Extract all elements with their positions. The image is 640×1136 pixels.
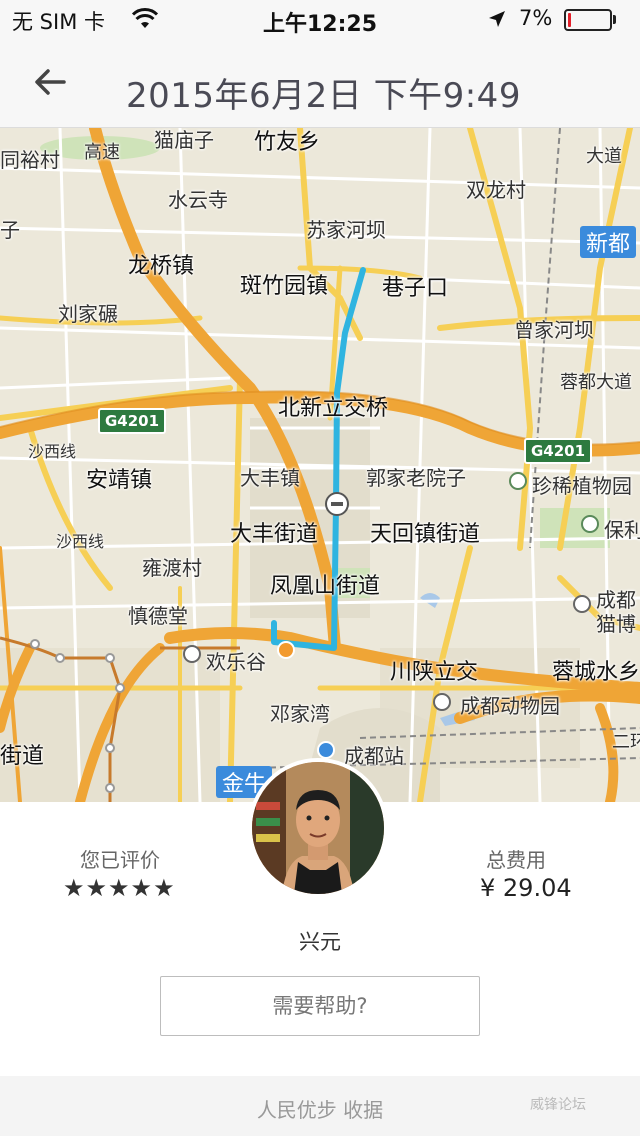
map-label: 川陕立交 (390, 660, 479, 685)
watermark: 威锋论坛 (530, 1097, 586, 1113)
map-label: 沙西线 (56, 532, 105, 551)
rating-stars: ★★★★★ (63, 874, 176, 902)
map-label: 刘家碾 (58, 302, 118, 326)
location-arrow-icon (489, 11, 505, 27)
map-label: 沙西线 (28, 442, 77, 461)
driver-avatar (248, 758, 388, 898)
map-label: 珍稀植物园 (532, 474, 632, 498)
map-label: 保利 (604, 518, 640, 542)
footer-bar: 人民优步 收据 威锋论坛 (0, 1076, 640, 1136)
arrow-left-icon[interactable] (30, 62, 70, 102)
battery-tip (613, 15, 616, 24)
map-label: 猫庙子 (154, 128, 214, 152)
map-label: 大丰街道 (230, 522, 319, 547)
map-label: 同裕村 (0, 148, 60, 172)
map-label: 竹友乡 (254, 130, 321, 155)
map-label: 双龙村 (466, 178, 526, 202)
trip-map[interactable]: 猫庙子 竹友乡 同裕村 高速 水云寺 双龙村 大道 苏家河坝 新都 子 龙桥镇 … (0, 128, 640, 802)
need-help-button[interactable]: 需要帮助? (160, 976, 480, 1036)
fare-label: 总费用 (486, 848, 546, 872)
map-label: 慎德堂 (128, 604, 188, 628)
map-label: 二环路 (612, 732, 640, 753)
map-label: 欢乐谷 (206, 650, 266, 674)
highway-badge: G4201 (524, 438, 593, 464)
map-label: 邓家湾 (270, 702, 330, 726)
map-label: 曾家河坝 (514, 318, 594, 342)
map-label: 安靖镇 (86, 468, 153, 493)
map-label: 成都动物园 (460, 694, 560, 718)
trip-summary-panel: 您已评价 ★★★★★ 总费用 ¥ 29.04 兴元 需要帮助? (0, 758, 640, 1076)
fare-value: ¥ 29.04 (480, 874, 572, 902)
map-label: 高速 (84, 142, 120, 163)
battery-icon (564, 9, 612, 31)
map-label: 大丰镇 (240, 466, 300, 490)
driver-name: 兴元 (299, 930, 341, 954)
map-label: 龙桥镇 (128, 254, 195, 279)
map-label: 街道 (0, 744, 45, 769)
trip-date-title: 2015年6月2日 下午9:49 (126, 76, 521, 116)
map-label: 斑竹园镇 (240, 274, 329, 299)
map-label: 苏家河坝 (306, 218, 386, 242)
map-label: 新都 (580, 226, 637, 258)
map-label: 蓉城水乡 (552, 660, 640, 685)
highway-badge: G4201 (98, 408, 167, 434)
map-label: 蓉都大道 (560, 372, 632, 393)
map-label: 北新立交桥 (278, 396, 389, 421)
map-label: 水云寺 (168, 188, 228, 212)
map-label: 凤凰山街道 (270, 574, 381, 599)
map-label: 猫博 (596, 612, 636, 636)
battery-percent: 7% (519, 6, 553, 30)
status-bar: 无 SIM 卡 上午12:25 7% (0, 0, 640, 40)
map-label: 子 (0, 218, 20, 242)
driver-photo (252, 762, 384, 894)
map-label: 大道 (586, 146, 622, 167)
rating-label: 您已评价 (80, 848, 160, 872)
map-label: 天回镇街道 (370, 522, 481, 547)
map-label: 雍渡村 (142, 556, 202, 580)
map-label: 巷子口 (382, 276, 449, 301)
map-label: 郭家老院子 (366, 466, 466, 490)
nav-bar: 2015年6月2日 下午9:49 (0, 40, 640, 128)
map-label: 成都站 (344, 744, 404, 768)
